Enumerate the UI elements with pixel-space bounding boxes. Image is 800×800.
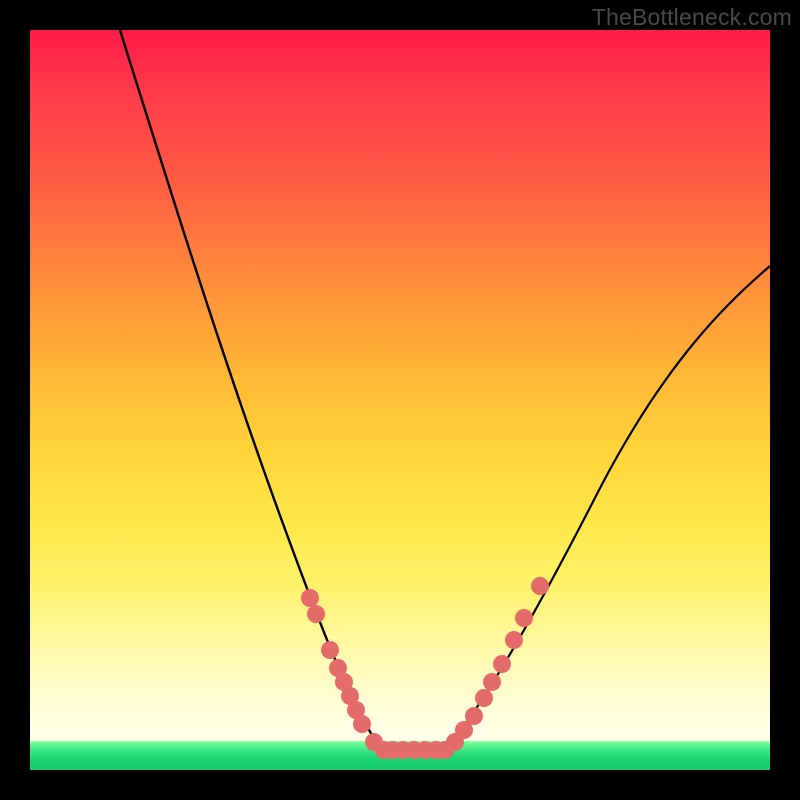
curve-left-branch	[120, 30, 382, 750]
curve-layer	[30, 30, 770, 770]
outer-frame: TheBottleneck.com	[0, 0, 800, 800]
markers-left	[301, 589, 445, 759]
plot-area	[30, 30, 770, 770]
markers-right	[436, 577, 549, 759]
watermark-text: TheBottleneck.com	[592, 4, 792, 31]
